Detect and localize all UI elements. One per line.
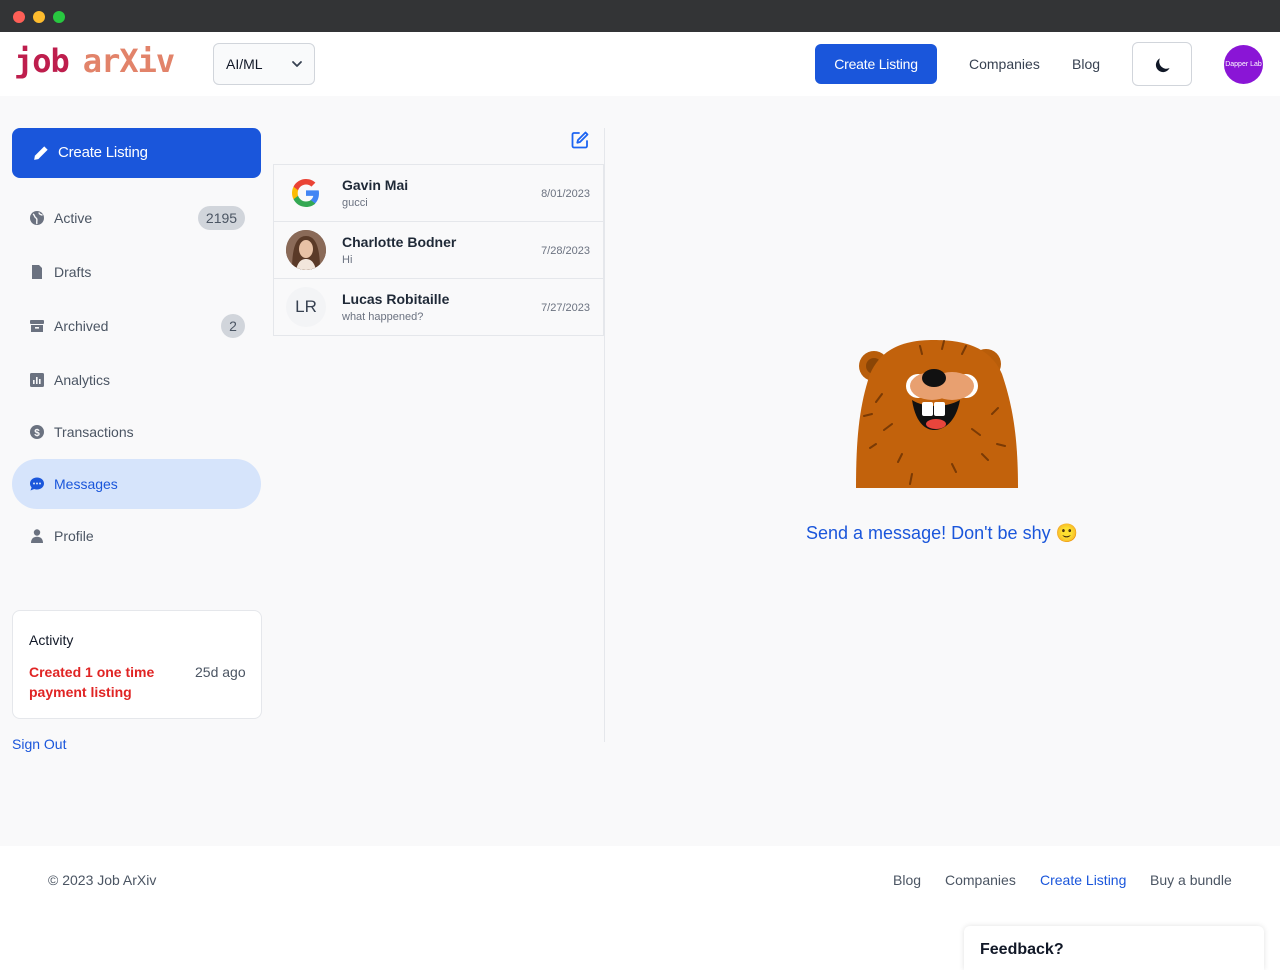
activity-title: Activity [29, 632, 74, 648]
site-logo[interactable]: job arXiv [14, 42, 175, 80]
compose-icon[interactable] [570, 130, 590, 150]
footer-create-listing-link[interactable]: Create Listing [1040, 872, 1126, 888]
header-create-listing-button[interactable]: Create Listing [815, 44, 937, 84]
pencil-icon [34, 146, 48, 160]
contact-photo-avatar [286, 230, 326, 270]
chat-icon [30, 477, 44, 491]
sidebar-item-analytics[interactable]: Analytics [12, 355, 261, 405]
svg-text:$: $ [34, 428, 40, 439]
window-titlebar [0, 0, 1280, 32]
footer-companies-link[interactable]: Companies [945, 872, 1016, 888]
minimize-window-button[interactable] [33, 11, 45, 23]
conversation-item-charlotte-bodner[interactable]: Charlotte Bodner Hi 7/28/2023 [274, 222, 603, 279]
user-icon [31, 529, 43, 543]
beaver-mascot-icon [856, 340, 1018, 488]
close-window-button[interactable] [13, 11, 25, 23]
moon-icon [1155, 58, 1170, 73]
document-icon [32, 265, 42, 279]
footer-blog-link[interactable]: Blog [893, 872, 921, 888]
conversation-list: Gavin Mai gucci 8/01/2023 Charlotte Bodn… [273, 164, 604, 336]
chevron-down-icon [292, 61, 302, 67]
conversation-item-gavin-mai[interactable]: Gavin Mai gucci 8/01/2023 [274, 165, 603, 222]
footer-copyright: © 2023 Job ArXiv [48, 872, 157, 888]
google-logo-icon [286, 173, 326, 213]
dollar-icon: $ [30, 425, 44, 439]
pane-divider [604, 128, 605, 742]
sidebar-item-active[interactable]: Active 2195 [12, 193, 261, 243]
active-count-badge: 2195 [198, 206, 245, 230]
feedback-widget[interactable]: Feedback? [964, 926, 1264, 970]
feedback-label: Feedback? [980, 941, 1064, 958]
sign-out-link[interactable]: Sign Out [12, 736, 66, 752]
category-select[interactable]: AI/ML [213, 43, 315, 85]
user-avatar[interactable]: Dapper Lab [1224, 45, 1263, 84]
theme-toggle-button[interactable] [1132, 42, 1192, 86]
chart-bar-icon [30, 373, 44, 387]
sidebar-create-listing-button[interactable]: Create Listing [12, 128, 261, 178]
archive-icon [30, 320, 44, 332]
activity-time: 25d ago [195, 664, 246, 680]
sidebar-item-transactions[interactable]: $ Transactions [12, 407, 261, 457]
empty-state-message: Send a message! Don't be shy 🙂 [806, 523, 1078, 543]
sidebar-item-drafts[interactable]: Drafts [12, 247, 261, 297]
conversation-item-lucas-robitaille[interactable]: LR Lucas Robitaille what happened? 7/27/… [274, 279, 603, 336]
category-select-value: AI/ML [226, 56, 263, 72]
nav-companies-link[interactable]: Companies [969, 56, 1040, 72]
activity-message: Created 1 one time payment listing [29, 664, 155, 700]
top-header: job arXiv AI/ML Create Listing Companies … [0, 32, 1280, 96]
archived-count-badge: 2 [221, 314, 245, 338]
sidebar-item-profile[interactable]: Profile [12, 511, 261, 561]
sidebar-item-messages[interactable]: Messages [12, 459, 261, 509]
sidebar-item-archived[interactable]: Archived 2 [12, 301, 261, 351]
globe-icon [30, 211, 44, 225]
maximize-window-button[interactable] [53, 11, 65, 23]
activity-card: Activity Created 1 one time payment list… [12, 610, 262, 719]
initials-avatar: LR [286, 287, 326, 327]
footer-buy-bundle-link[interactable]: Buy a bundle [1150, 872, 1232, 888]
nav-blog-link[interactable]: Blog [1072, 56, 1100, 72]
